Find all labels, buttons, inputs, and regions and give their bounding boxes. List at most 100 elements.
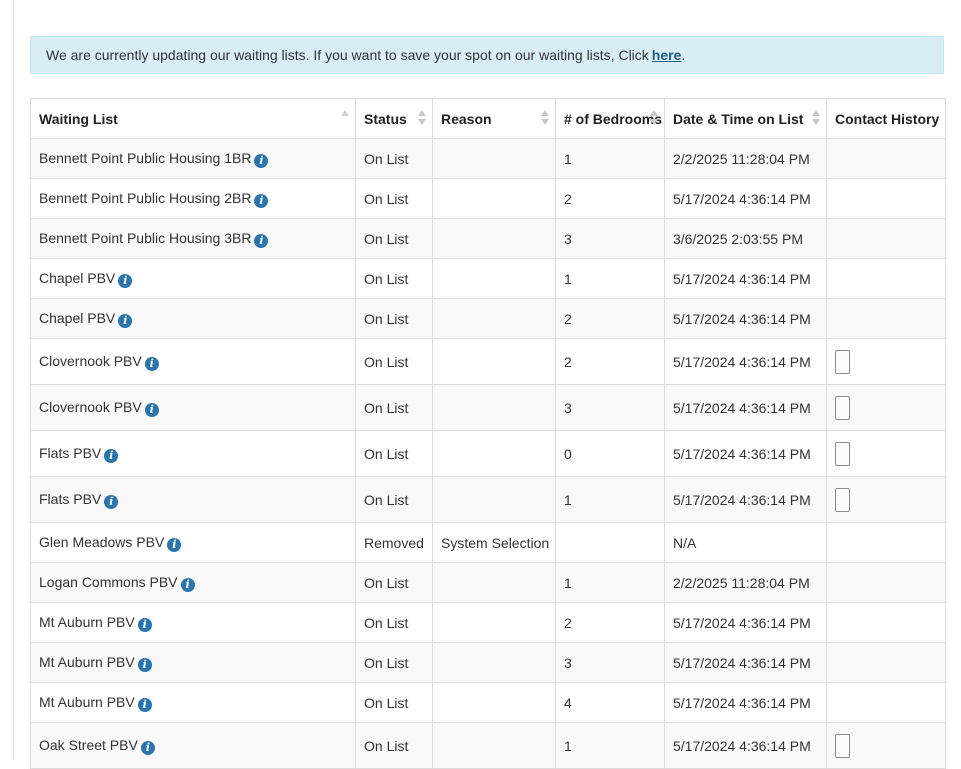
cell-date-time: 5/17/2024 4:36:14 PM xyxy=(664,338,827,385)
info-circle-icon[interactable]: i xyxy=(254,193,269,208)
info-circle-icon[interactable]: i xyxy=(137,657,152,672)
cell-bedrooms: 3 xyxy=(555,384,665,431)
column-header-date-time[interactable]: Date & Time on List xyxy=(664,98,827,139)
info-circle-icon[interactable]: i xyxy=(104,494,119,509)
info-circle-icon[interactable]: i xyxy=(137,697,152,712)
cell-status: On List xyxy=(355,138,433,179)
cell-status: On List xyxy=(355,178,433,219)
waiting-list-name: Mt Auburn PBV xyxy=(39,693,135,710)
info-circle-icon[interactable]: i xyxy=(254,233,269,248)
cell-reason xyxy=(432,298,556,339)
cell-reason xyxy=(432,476,556,523)
contact-history-button[interactable] xyxy=(835,349,850,374)
cell-status: On List xyxy=(355,298,433,339)
table-row: Logan Commons PBV i On List 1 2/2/2025 11:28… xyxy=(30,562,946,603)
cell-date-time: 5/17/2024 4:36:14 PM xyxy=(664,384,827,431)
waiting-list-name: Logan Commons PBV xyxy=(39,573,178,590)
info-circle-icon[interactable]: i xyxy=(180,577,195,592)
cell-contact-history xyxy=(826,430,946,477)
sort-icon xyxy=(541,110,549,126)
cell-reason xyxy=(432,722,556,769)
cell-waiting-list: Mt Auburn PBV i xyxy=(30,602,356,643)
info-circle-icon[interactable]: i xyxy=(144,402,159,417)
cell-reason xyxy=(432,384,556,431)
waiting-list-name: Bennett Point Public Housing 1BR xyxy=(39,149,252,166)
column-header-status[interactable]: Status xyxy=(355,98,433,139)
page-left-border xyxy=(13,0,14,760)
cell-bedrooms: 0 xyxy=(555,430,665,477)
cell-contact-history xyxy=(826,384,946,431)
info-circle-icon[interactable]: i xyxy=(118,313,133,328)
table-body: Bennett Point Public Housing 1BR i On List… xyxy=(30,138,946,769)
waiting-list-name: Flats PBV xyxy=(39,490,102,507)
info-circle-icon[interactable]: i xyxy=(137,617,152,632)
cell-reason xyxy=(432,642,556,683)
cell-date-time: 3/6/2025 2:03:55 PM xyxy=(664,218,827,259)
cell-contact-history xyxy=(826,602,946,643)
alert-here-link[interactable]: here xyxy=(652,47,682,63)
cell-status: On List xyxy=(355,476,433,523)
cell-date-time: 5/17/2024 4:36:14 PM xyxy=(664,682,827,723)
cell-bedrooms: 1 xyxy=(555,258,665,299)
waiting-list-name: Glen Meadows PBV xyxy=(39,533,165,550)
cell-reason xyxy=(432,138,556,179)
info-circle-icon[interactable]: i xyxy=(254,153,269,168)
cell-waiting-list: Glen Meadows PBV i xyxy=(30,522,356,563)
contact-history-button[interactable] xyxy=(835,733,850,758)
waiting-list-name: Clovernook PBV xyxy=(39,352,142,369)
cell-contact-history xyxy=(826,682,946,723)
column-header-waiting-list[interactable]: Waiting List xyxy=(30,98,356,139)
table-row: Mt Auburn PBV i On List 4 5/17/2024 4:36:14 … xyxy=(30,682,946,723)
cell-bedrooms: 1 xyxy=(555,562,665,603)
cell-date-time: 5/17/2024 4:36:14 PM xyxy=(664,476,827,523)
waiting-list-name: Mt Auburn PBV xyxy=(39,613,135,630)
cell-bedrooms xyxy=(555,522,665,563)
table-row: Flats PBV i On List 0 5/17/2024 4:36:14 PM xyxy=(30,430,946,477)
info-circle-icon[interactable]: i xyxy=(118,273,133,288)
cell-waiting-list: Bennett Point Public Housing 3BR i xyxy=(30,218,356,259)
table-row: Mt Auburn PBV i On List 3 5/17/2024 4:36:14 … xyxy=(30,642,946,683)
cell-waiting-list: Bennett Point Public Housing 1BR i xyxy=(30,138,356,179)
cell-bedrooms: 3 xyxy=(555,642,665,683)
cell-status: On List xyxy=(355,258,433,299)
waiting-list-name: Bennett Point Public Housing 3BR xyxy=(39,229,252,246)
column-header-reason[interactable]: Reason xyxy=(432,98,556,139)
cell-bedrooms: 2 xyxy=(555,298,665,339)
cell-bedrooms: 4 xyxy=(555,682,665,723)
cell-waiting-list: Mt Auburn PBV i xyxy=(30,642,356,683)
waiting-list-table: Waiting List Status Reason # of Bedrooms… xyxy=(30,98,946,769)
waiting-list-name: Clovernook PBV xyxy=(39,398,142,415)
info-circle-icon[interactable]: i xyxy=(140,740,155,755)
cell-date-time: 5/17/2024 4:36:14 PM xyxy=(664,602,827,643)
column-header-bedrooms[interactable]: # of Bedrooms xyxy=(555,98,665,139)
cell-status: On List xyxy=(355,722,433,769)
cell-waiting-list: Flats PBV i xyxy=(30,430,356,477)
cell-date-time: 5/17/2024 4:36:14 PM xyxy=(664,430,827,477)
cell-date-time: 5/17/2024 4:36:14 PM xyxy=(664,722,827,769)
cell-waiting-list: Oak Street PBV i xyxy=(30,722,356,769)
info-circle-icon[interactable]: i xyxy=(167,537,182,552)
table-row: Bennett Point Public Housing 2BR i On List… xyxy=(30,178,946,219)
cell-reason xyxy=(432,602,556,643)
table-row: Oak Street PBV i On List 1 5/17/2024 4:36:14… xyxy=(30,722,946,769)
waiting-list-name: Chapel PBV xyxy=(39,269,116,286)
contact-history-button[interactable] xyxy=(835,441,850,466)
cell-reason xyxy=(432,258,556,299)
contact-history-button[interactable] xyxy=(835,395,850,420)
cell-waiting-list: Mt Auburn PBV i xyxy=(30,682,356,723)
cell-bedrooms: 2 xyxy=(555,178,665,219)
cell-waiting-list: Bennett Point Public Housing 2BR i xyxy=(30,178,356,219)
info-circle-icon[interactable]: i xyxy=(104,448,119,463)
table-row: Clovernook PBV i On List 2 5/17/2024 4:36:14… xyxy=(30,338,946,385)
cell-waiting-list: Chapel PBV i xyxy=(30,258,356,299)
cell-contact-history xyxy=(826,298,946,339)
cell-waiting-list: Logan Commons PBV i xyxy=(30,562,356,603)
cell-reason xyxy=(432,218,556,259)
waiting-list-name: Bennett Point Public Housing 2BR xyxy=(39,189,252,206)
contact-history-button[interactable] xyxy=(835,487,850,512)
column-header-contact-history: Contact History xyxy=(826,98,946,139)
cell-reason xyxy=(432,430,556,477)
sort-icon xyxy=(650,110,658,126)
info-circle-icon[interactable]: i xyxy=(144,356,159,371)
sort-asc-icon xyxy=(341,110,349,126)
